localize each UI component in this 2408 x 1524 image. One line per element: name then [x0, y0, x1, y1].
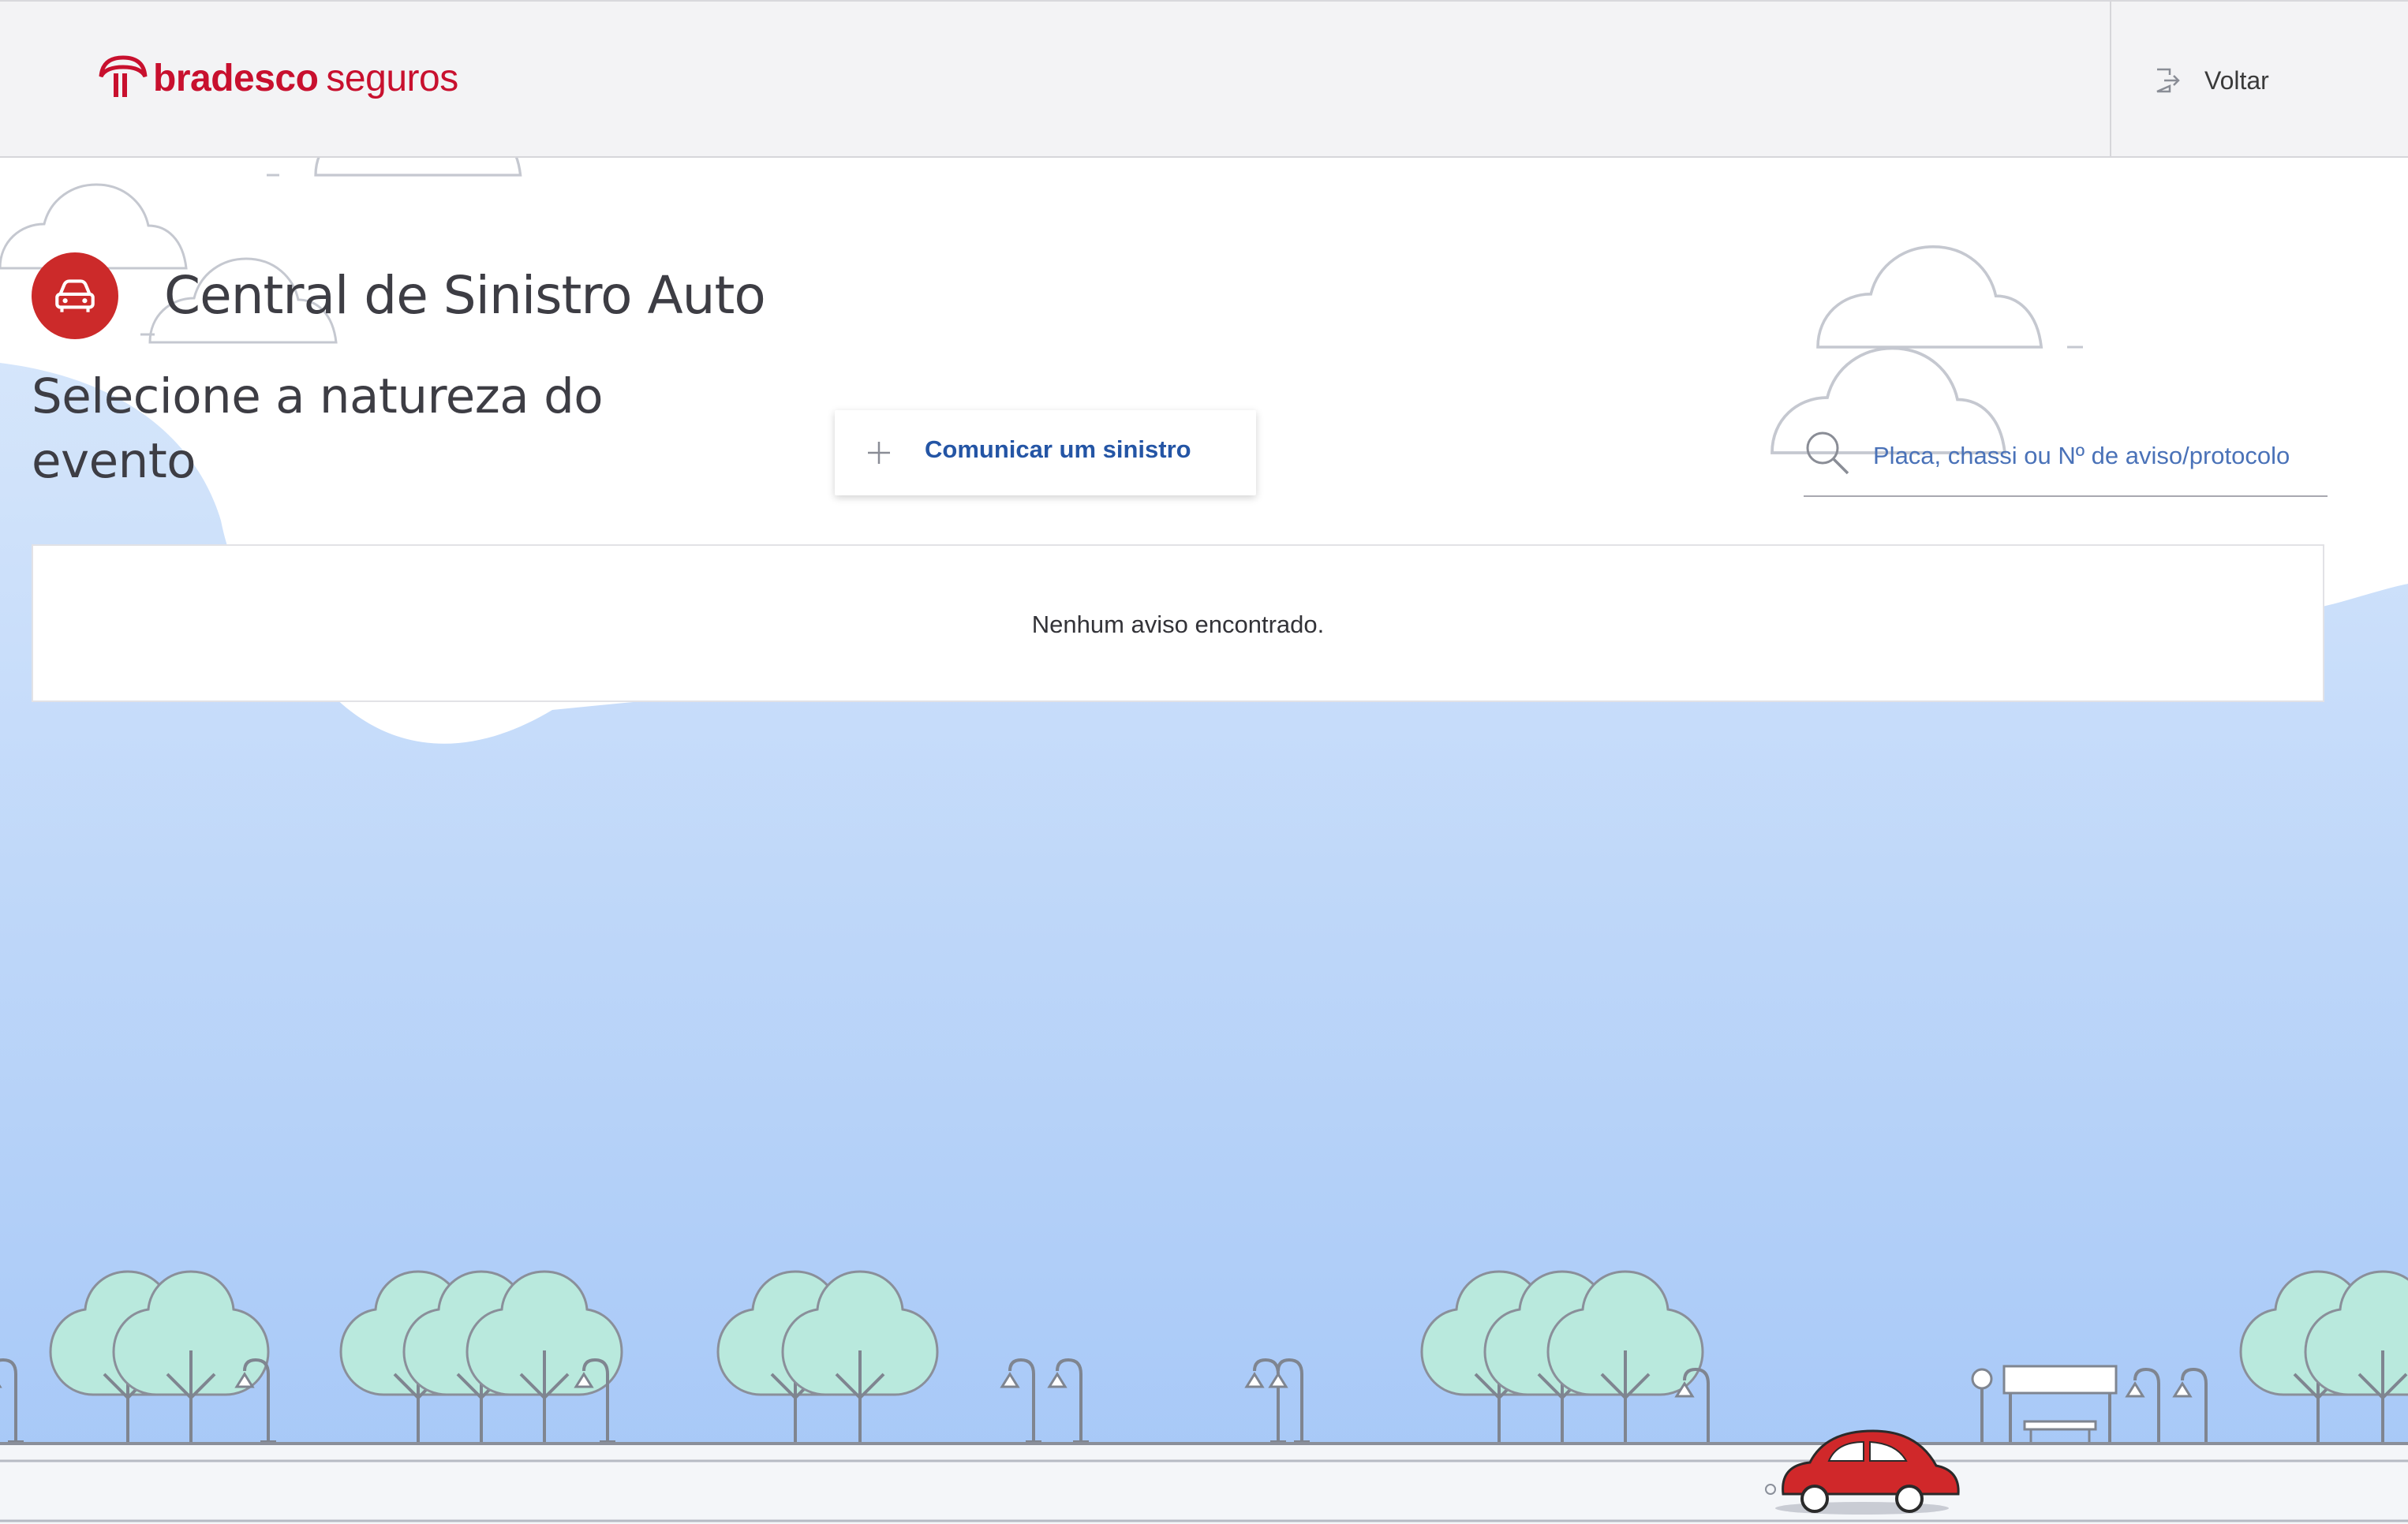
- car-front-icon: [32, 252, 118, 339]
- report-claim-label: Comunicar um sinistro: [925, 435, 1191, 463]
- search-field[interactable]: [1804, 424, 2328, 497]
- brand-name-light: seguros: [326, 58, 458, 99]
- page-title: Central de Sinistro Auto: [164, 265, 766, 326]
- top-header: bradesco seguros Voltar: [0, 0, 2408, 158]
- back-button[interactable]: Voltar: [2154, 57, 2269, 104]
- search-input[interactable]: [1873, 439, 2328, 473]
- header-divider: [2110, 2, 2111, 158]
- page-subtitle: Selecione a natureza do evento: [32, 368, 604, 489]
- magnifier-icon: [1806, 431, 1849, 475]
- brand-name: bradesco seguros: [153, 60, 458, 98]
- plus-icon: [868, 442, 890, 464]
- exit-door-icon: [2156, 68, 2180, 93]
- results-panel: Nenhum aviso encontrado.: [32, 544, 2324, 702]
- background-illustration: [0, 0, 2408, 1524]
- empty-results-message: Nenhum aviso encontrado.: [1031, 611, 1325, 638]
- bradesco-tree-logo-icon: [99, 55, 148, 97]
- bradesco-seguros-logo[interactable]: bradesco seguros: [96, 47, 458, 110]
- back-button-label: Voltar: [2204, 65, 2269, 95]
- report-claim-button[interactable]: Comunicar um sinistro: [835, 410, 1256, 495]
- brand-name-bold: bradesco: [153, 58, 319, 99]
